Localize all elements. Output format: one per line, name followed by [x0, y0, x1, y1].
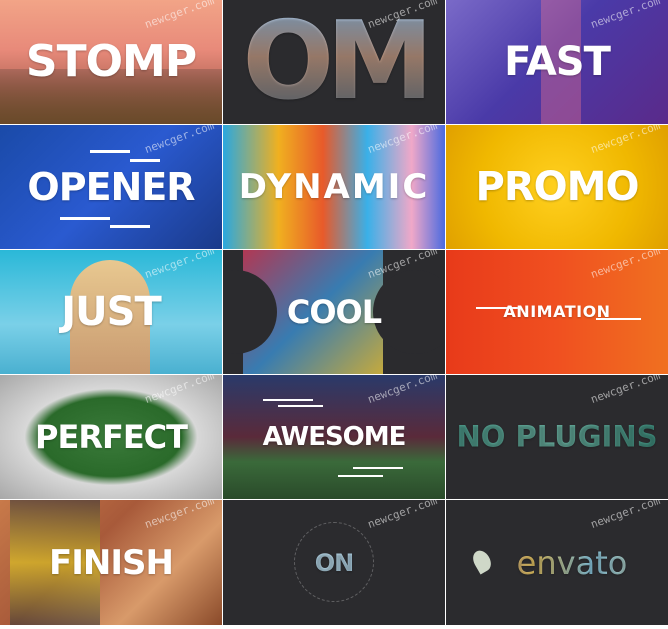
- tile-perfect[interactable]: PERFECT newcger.com: [0, 375, 222, 499]
- tile-om[interactable]: OM newcger.com: [223, 0, 445, 124]
- template-preview-grid: STOMP newcger.com OM newcger.com FAST ne…: [0, 0, 668, 629]
- caption-no-plugins: NO PLUGINS: [446, 422, 668, 452]
- caption-perfect: PERFECT: [35, 418, 188, 456]
- tile-fast[interactable]: FAST newcger.com: [446, 0, 668, 124]
- watermark: newcger.com: [589, 250, 663, 282]
- watermark: newcger.com: [366, 375, 440, 407]
- caption-awesome: AWESOME: [262, 422, 407, 452]
- tile-finish[interactable]: FINISH newcger.com: [0, 500, 222, 625]
- tile-awesome[interactable]: AWESOME newcger.com: [223, 375, 445, 499]
- watermark: newcger.com: [366, 500, 440, 532]
- tile-stomp[interactable]: STOMP newcger.com: [0, 0, 222, 124]
- caption-cool: COOL: [286, 293, 382, 331]
- tile-envato[interactable]: envato newcger.com: [446, 500, 668, 625]
- watermark: newcger.com: [143, 500, 217, 532]
- caption-stomp: STOMP: [25, 36, 197, 87]
- caption-om: OM: [223, 8, 445, 116]
- caption-fast: FAST: [504, 39, 611, 85]
- watermark: newcger.com: [143, 125, 217, 157]
- caption-promo: PROMO: [475, 164, 640, 210]
- watermark: newcger.com: [589, 0, 663, 32]
- watermark: newcger.com: [143, 0, 217, 32]
- tile-just[interactable]: JUST newcger.com: [0, 250, 222, 374]
- watermark: newcger.com: [589, 125, 663, 157]
- watermark: newcger.com: [366, 125, 440, 157]
- caption-on: ON: [223, 551, 445, 575]
- caption-opener: OPENER: [27, 165, 195, 209]
- tile-cool[interactable]: COOL newcger.com: [223, 250, 445, 374]
- tile-on[interactable]: ON newcger.com: [223, 500, 445, 625]
- tile-animation[interactable]: ANIMATION newcger.com: [446, 250, 668, 374]
- tile-opener[interactable]: OPENER newcger.com: [0, 125, 222, 249]
- tile-no-plugins[interactable]: NO PLUGINS newcger.com: [446, 375, 668, 499]
- caption-dynamic: DYNAMIC: [238, 167, 430, 207]
- watermark: newcger.com: [589, 500, 663, 532]
- tile-promo[interactable]: PROMO newcger.com: [446, 125, 668, 249]
- watermark: newcger.com: [143, 250, 217, 282]
- tile-dynamic[interactable]: DYNAMIC newcger.com: [223, 125, 445, 249]
- caption-finish: FINISH: [49, 542, 174, 583]
- caption-envato: envato: [476, 547, 668, 579]
- watermark: newcger.com: [143, 375, 217, 407]
- caption-just: JUST: [61, 289, 161, 335]
- watermark: newcger.com: [589, 375, 663, 407]
